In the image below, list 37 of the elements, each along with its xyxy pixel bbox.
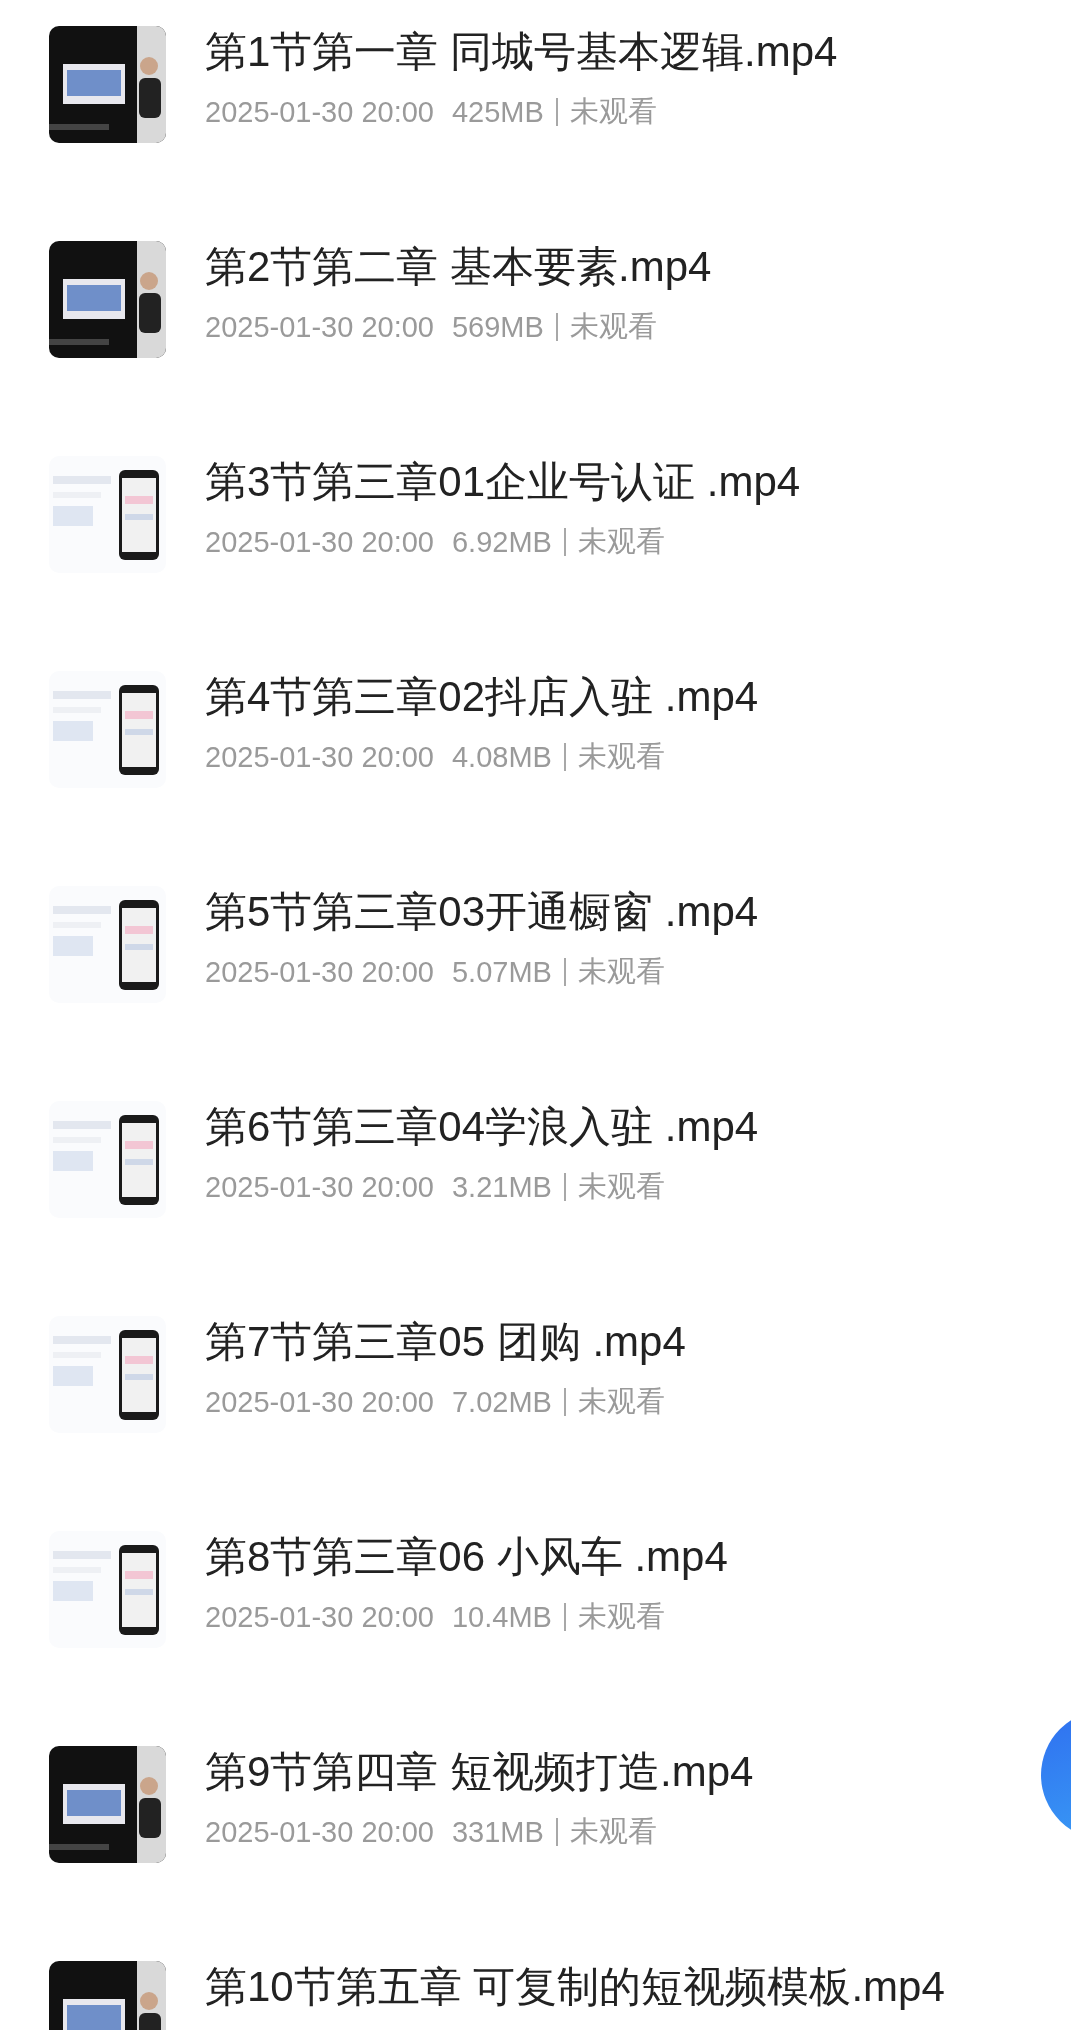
video-title[interactable]: 第8节第三章06 小风车 .mp4: [205, 1531, 728, 1583]
watch-status: 未观看: [569, 94, 657, 129]
file-size: 3.21MB: [452, 1170, 552, 1204]
video-title[interactable]: 第6节第三章04学浪入驻 .mp4: [205, 1101, 759, 1153]
watch-status: 未观看: [577, 524, 665, 559]
video-title[interactable]: 第4节第三章02抖店入驻 .mp4: [205, 671, 759, 723]
file-size: 4.08MB: [452, 740, 552, 774]
upload-date: 2025-01-30 20:00: [205, 310, 434, 344]
video-title[interactable]: 第9节第四章 短视频打造.mp4: [205, 1746, 754, 1798]
video-title[interactable]: 第2节第二章 基本要素.mp4: [205, 241, 712, 293]
video-title[interactable]: 第1节第一章 同城号基本逻辑.mp4: [205, 26, 838, 78]
upload-date: 2025-01-30 20:00: [205, 955, 434, 989]
video-title[interactable]: 第5节第三章03开通橱窗 .mp4: [205, 886, 759, 938]
file-size: 569MB: [452, 310, 544, 344]
file-size: 10.4MB: [452, 1600, 552, 1634]
upload-date: 2025-01-30 20:00: [205, 1385, 434, 1419]
watch-status: 未观看: [577, 954, 665, 989]
upload-date: 2025-01-30 20:00: [205, 525, 434, 559]
watch-status: 未观看: [577, 1599, 665, 1634]
watch-status: 未观看: [569, 1814, 657, 1849]
video-title[interactable]: 第7节第三章05 团购 .mp4: [205, 1316, 686, 1368]
file-size: 7.02MB: [452, 1385, 552, 1419]
upload-date: 2025-01-30 20:00: [205, 740, 434, 774]
file-size: 331MB: [452, 1815, 544, 1849]
file-size: 6.92MB: [452, 525, 552, 559]
upload-date: 2025-01-30 20:00: [205, 95, 434, 129]
watch-status: 未观看: [577, 1384, 665, 1419]
video-title[interactable]: 第3节第三章01企业号认证 .mp4: [205, 456, 801, 508]
upload-date: 2025-01-30 20:00: [205, 1815, 434, 1849]
upload-date: 2025-01-30 20:00: [205, 1600, 434, 1634]
watch-status: 未观看: [577, 1169, 665, 1204]
upload-date: 2025-01-30 20:00: [205, 1170, 434, 1204]
video-title[interactable]: 第10节第五章 可复制的短视频模板.mp4: [205, 1961, 945, 2013]
file-size: 425MB: [452, 95, 544, 129]
watch-status: 未观看: [569, 309, 657, 344]
watch-status: 未观看: [577, 739, 665, 774]
file-size: 5.07MB: [452, 955, 552, 989]
